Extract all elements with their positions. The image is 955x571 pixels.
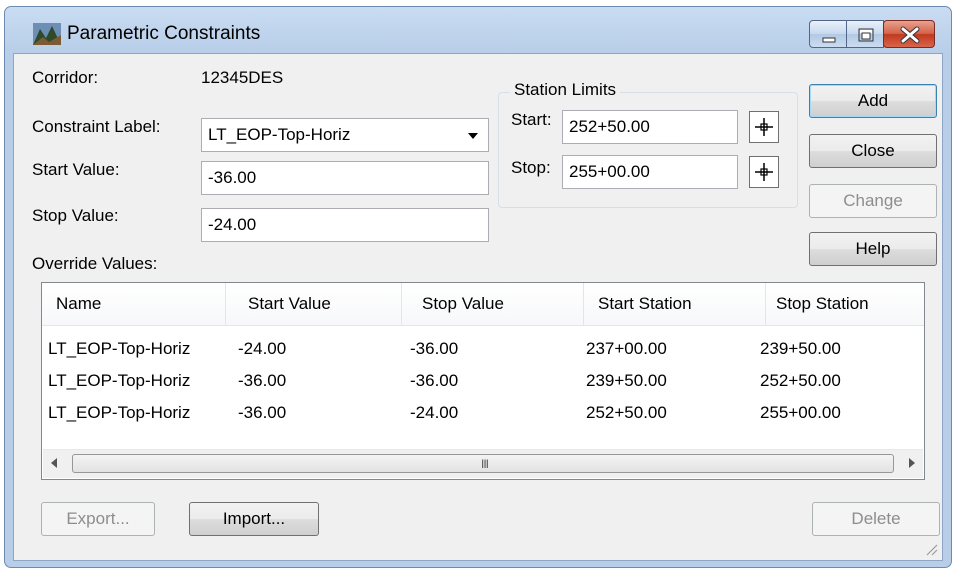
constraint-label-dropdown[interactable]: LT_EOP-Top-Horiz bbox=[201, 118, 489, 152]
override-values-list[interactable]: Name Start Value Stop Value Start Statio… bbox=[41, 282, 925, 480]
column-header-start-station[interactable]: Start Station bbox=[584, 283, 766, 325]
close-button[interactable]: Close bbox=[809, 134, 937, 168]
constraint-label-value: LT_EOP-Top-Horiz bbox=[208, 125, 351, 144]
import-button[interactable]: Import... bbox=[189, 502, 319, 536]
cell-name: LT_EOP-Top-Horiz bbox=[48, 371, 191, 390]
chevron-down-icon[interactable] bbox=[468, 133, 478, 139]
minimize-button[interactable] bbox=[809, 20, 847, 48]
maximize-button[interactable] bbox=[846, 20, 884, 48]
close-window-button[interactable] bbox=[883, 20, 935, 48]
stop-value-input[interactable]: -24.00 bbox=[201, 208, 489, 242]
column-header-start-value[interactable]: Start Value bbox=[226, 283, 402, 325]
table-row[interactable]: LT_EOP-Top-Horiz -36.00 -36.00 239+50.00… bbox=[42, 365, 924, 397]
override-values-label: Override Values: bbox=[32, 254, 158, 273]
station-stop-pick-button[interactable] bbox=[749, 156, 779, 188]
title-bar[interactable]: Parametric Constraints bbox=[5, 7, 951, 53]
window-title: Parametric Constraints bbox=[67, 23, 261, 44]
cell-stop-value: -24.00 bbox=[410, 403, 459, 422]
scroll-left-arrow-icon[interactable] bbox=[51, 458, 57, 468]
scrollbar-thumb[interactable]: III bbox=[72, 454, 894, 473]
column-header-stop-station[interactable]: Stop Station bbox=[766, 283, 924, 325]
crosshair-pick-icon bbox=[755, 163, 773, 181]
column-header-stop-value[interactable]: Stop Value bbox=[402, 283, 584, 325]
export-button[interactable]: Export... bbox=[41, 502, 155, 536]
close-icon bbox=[900, 26, 920, 44]
dialog-client-area: Corridor: 12345DES Constraint Label: LT_… bbox=[13, 53, 943, 561]
cell-stop-value: -36.00 bbox=[410, 371, 459, 390]
scroll-grip: III bbox=[481, 457, 489, 471]
parametric-constraints-window: Parametric Constraints Corridor: 12345DE… bbox=[4, 6, 952, 568]
station-start-input[interactable]: 252+50.00 bbox=[562, 110, 738, 144]
corridor-label: Corridor: bbox=[32, 68, 99, 87]
list-header: Name Start Value Stop Value Start Statio… bbox=[42, 283, 924, 326]
resize-grip-icon[interactable] bbox=[924, 542, 938, 556]
add-button[interactable]: Add bbox=[809, 84, 937, 118]
cell-start-value: -36.00 bbox=[238, 403, 287, 422]
cell-start-value: -24.00 bbox=[238, 339, 287, 358]
cell-stop-station: 239+50.00 bbox=[760, 339, 841, 358]
table-row[interactable]: LT_EOP-Top-Horiz -24.00 -36.00 237+00.00… bbox=[42, 333, 924, 365]
cell-start-station: 239+50.00 bbox=[586, 371, 667, 390]
horizontal-scrollbar[interactable]: III bbox=[43, 449, 923, 478]
cell-stop-value: -36.00 bbox=[410, 339, 459, 358]
table-row[interactable]: LT_EOP-Top-Horiz -36.00 -24.00 252+50.00… bbox=[42, 397, 924, 429]
scroll-right-arrow-icon[interactable] bbox=[909, 458, 915, 468]
station-stop-input[interactable]: 255+00.00 bbox=[562, 155, 738, 189]
maximize-icon bbox=[858, 28, 874, 42]
minimize-icon bbox=[822, 37, 836, 43]
start-value-label: Start Value: bbox=[32, 160, 120, 179]
constraint-label-label: Constraint Label: bbox=[32, 117, 161, 136]
cell-start-station: 252+50.00 bbox=[586, 403, 667, 422]
cell-stop-station: 252+50.00 bbox=[760, 371, 841, 390]
cell-start-value: -36.00 bbox=[238, 371, 287, 390]
crosshair-pick-icon bbox=[755, 118, 773, 136]
cell-name: LT_EOP-Top-Horiz bbox=[48, 403, 191, 422]
station-start-pick-button[interactable] bbox=[749, 111, 779, 143]
station-start-label: Start: bbox=[511, 110, 552, 129]
help-button[interactable]: Help bbox=[809, 232, 937, 266]
start-value-input[interactable]: -36.00 bbox=[201, 161, 489, 195]
delete-button[interactable]: Delete bbox=[812, 502, 940, 536]
stop-value-label: Stop Value: bbox=[32, 206, 119, 225]
cell-start-station: 237+00.00 bbox=[586, 339, 667, 358]
station-stop-label: Stop: bbox=[511, 158, 551, 177]
change-button[interactable]: Change bbox=[809, 184, 937, 218]
terrain-app-icon bbox=[33, 23, 61, 45]
corridor-value: 12345DES bbox=[201, 68, 284, 87]
column-header-name[interactable]: Name bbox=[42, 283, 226, 325]
cell-stop-station: 255+00.00 bbox=[760, 403, 841, 422]
cell-name: LT_EOP-Top-Horiz bbox=[48, 339, 191, 358]
station-limits-title: Station Limits bbox=[510, 80, 621, 100]
